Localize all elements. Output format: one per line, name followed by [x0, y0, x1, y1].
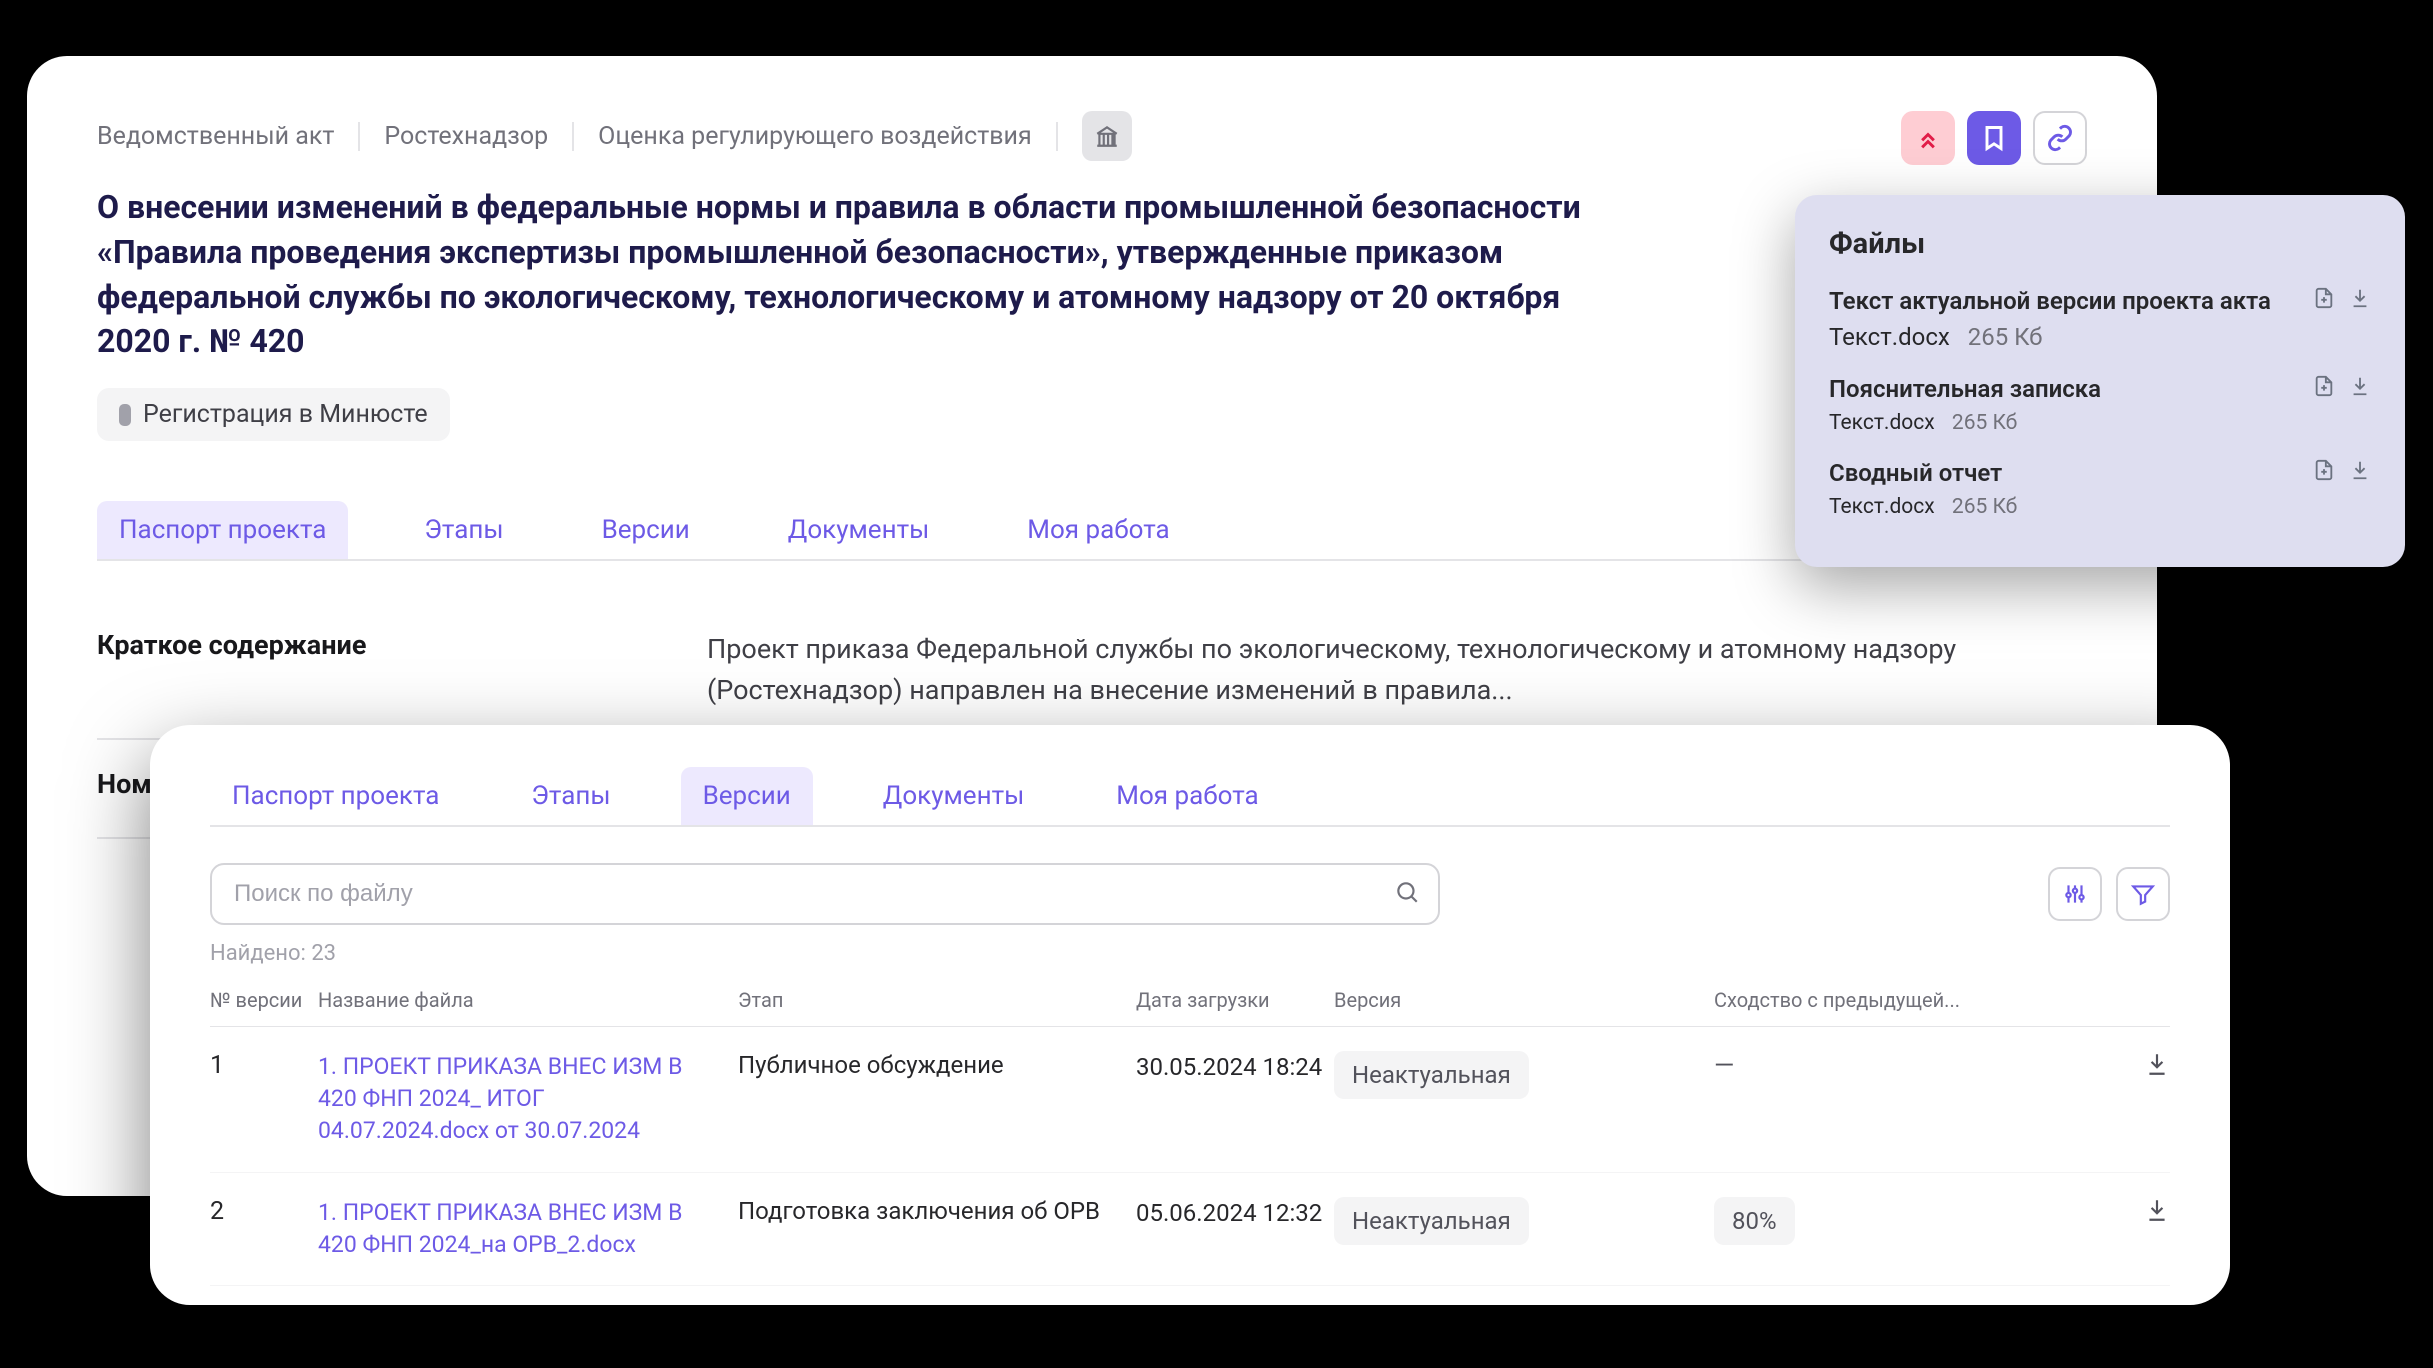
file-name: Текст.docx	[1829, 323, 1950, 351]
search-icon[interactable]	[1394, 879, 1420, 909]
download-icon[interactable]	[2349, 459, 2371, 485]
table-row: 1 1. ПРОЕКТ ПРИКАЗА ВНЕС ИЗМ В 420 ФНП 2…	[210, 1027, 2170, 1173]
download-icon[interactable]	[2144, 1208, 2170, 1227]
page-title: О внесении изменений в федеральные нормы…	[97, 185, 1607, 364]
cell-stage: Публичное обсуждение	[738, 1051, 1136, 1079]
file-size: 265 Кб	[1968, 323, 2043, 351]
file-doc-icon[interactable]	[2313, 375, 2335, 401]
th-num: № версии	[210, 988, 318, 1012]
download-icon[interactable]	[2349, 375, 2371, 401]
tab-stages[interactable]: Этапы	[509, 767, 632, 825]
tabs-secondary: Паспорт проекта Этапы Версии Документы М…	[210, 767, 2170, 827]
tab-documents[interactable]: Документы	[766, 501, 952, 559]
file-size: 265 Кб	[1952, 411, 2017, 435]
versions-card: Паспорт проекта Этапы Версии Документы М…	[150, 725, 2230, 1305]
similarity-value: —	[1714, 1051, 1734, 1081]
tab-passport[interactable]: Паспорт проекта	[210, 767, 461, 825]
settings-sliders-icon[interactable]	[2048, 867, 2102, 921]
toolbar-actions	[1901, 111, 2087, 165]
tabs-primary: Паспорт проекта Этапы Версии Документы М…	[97, 501, 2087, 561]
results-count: Найдено: 23	[210, 941, 2170, 966]
cell-filename[interactable]: 1. ПРОЕКТ ПРИКАЗА ВНЕС ИЗМ В 420 ФНП 202…	[318, 1051, 738, 1148]
th-stage: Этап	[738, 988, 1136, 1012]
versions-table: № версии Название файла Этап Дата загруз…	[210, 988, 2170, 1286]
bookmark-button[interactable]	[1967, 111, 2021, 165]
file-size: 265 Кб	[1952, 495, 2017, 519]
institution-icon[interactable]	[1082, 111, 1132, 161]
tab-passport[interactable]: Паспорт проекта	[97, 501, 348, 559]
version-badge: Неактуальная	[1334, 1197, 1529, 1245]
th-date: Дата загрузки	[1136, 988, 1334, 1012]
file-item: Пояснительная записка Текст.docx 265 Кб	[1829, 375, 2371, 435]
search-input[interactable]	[210, 863, 1440, 925]
th-version: Версия	[1334, 988, 1714, 1012]
tab-versions[interactable]: Версии	[681, 767, 813, 825]
summary-label: Краткое содержание	[97, 629, 707, 710]
status-label: Регистрация в Минюсте	[143, 400, 428, 429]
files-title: Файлы	[1829, 227, 2371, 261]
table-row: 2 1. ПРОЕКТ ПРИКАЗА ВНЕС ИЗМ В 420 ФНП 2…	[210, 1173, 2170, 1286]
status-dot-icon	[119, 404, 131, 426]
th-name: Название файла	[318, 988, 738, 1012]
files-panel: Файлы Текст актуальной версии проекта ак…	[1795, 195, 2405, 567]
cell-stage: Подготовка заключения об ОРВ	[738, 1197, 1136, 1225]
file-label: Сводный отчет	[1829, 459, 2371, 487]
file-name: Текст.docx	[1829, 495, 1935, 519]
breadcrumb-item[interactable]: Ведомственный акт	[97, 122, 360, 151]
passport-row-summary: Краткое содержание Проект приказа Федера…	[97, 601, 2087, 740]
file-name: Текст.docx	[1829, 411, 1935, 435]
table-header: № версии Название файла Этап Дата загруз…	[210, 988, 2170, 1027]
download-icon[interactable]	[2349, 287, 2371, 313]
tab-mywork[interactable]: Моя работа	[1094, 767, 1280, 825]
tab-stages[interactable]: Этапы	[402, 501, 525, 559]
status-badge: Регистрация в Минюсте	[97, 388, 450, 441]
search-row	[210, 863, 2170, 925]
breadcrumb: Ведомственный акт Ростехнадзор Оценка ре…	[97, 111, 2087, 161]
filter-icon[interactable]	[2116, 867, 2170, 921]
file-item: Текст актуальной версии проекта акта Тек…	[1829, 287, 2371, 351]
tab-documents[interactable]: Документы	[861, 767, 1047, 825]
breadcrumb-item[interactable]: Ростехнадзор	[384, 122, 574, 151]
file-doc-icon[interactable]	[2313, 459, 2335, 485]
download-icon[interactable]	[2144, 1062, 2170, 1081]
version-badge: Неактуальная	[1334, 1051, 1529, 1099]
link-button[interactable]	[2033, 111, 2087, 165]
cell-date: 30.05.2024 18:24	[1136, 1051, 1334, 1085]
file-item: Сводный отчет Текст.docx 265 Кб	[1829, 459, 2371, 519]
cell-num: 1	[210, 1051, 318, 1080]
file-doc-icon[interactable]	[2313, 287, 2335, 313]
file-label: Пояснительная записка	[1829, 375, 2371, 403]
tab-mywork[interactable]: Моя работа	[1005, 501, 1191, 559]
cell-date: 05.06.2024 12:32	[1136, 1197, 1334, 1231]
search-box	[210, 863, 1440, 925]
summary-value: Проект приказа Федеральной службы по эко…	[707, 629, 2087, 710]
cell-num: 2	[210, 1197, 318, 1226]
similarity-value: 80%	[1714, 1197, 1795, 1245]
tab-versions[interactable]: Версии	[580, 501, 712, 559]
th-similarity: Сходство с предыдущей...	[1714, 988, 2074, 1012]
breadcrumb-item[interactable]: Оценка регулирующего воздействия	[598, 122, 1058, 151]
cell-filename[interactable]: 1. ПРОЕКТ ПРИКАЗА ВНЕС ИЗМ В 420 ФНП 202…	[318, 1197, 738, 1261]
file-label: Текст актуальной версии проекта акта	[1829, 287, 2371, 315]
collapse-button[interactable]	[1901, 111, 1955, 165]
